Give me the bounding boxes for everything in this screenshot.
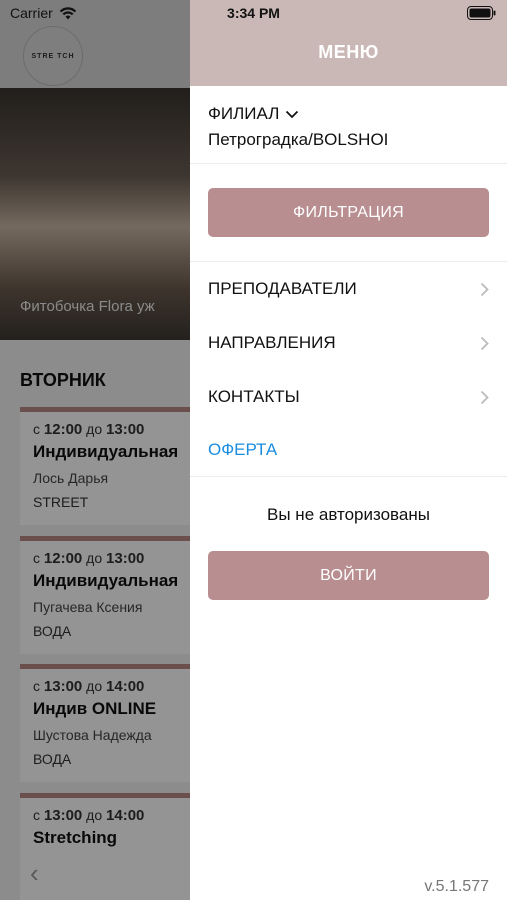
- branch-label: ФИЛИАЛ: [208, 104, 280, 123]
- branch-selector[interactable]: ФИЛИАЛ Петроградка/BOLSHOI: [190, 86, 507, 164]
- status-right: [377, 6, 497, 20]
- side-menu: МЕНЮ ФИЛИАЛ Петроградка/BOLSHOI ФИЛЬТРАЦ…: [190, 0, 507, 900]
- menu-item-label: КОНТАКТЫ: [208, 387, 300, 406]
- filter-button[interactable]: ФИЛЬТРАЦИЯ: [208, 188, 489, 237]
- menu-item-teachers[interactable]: ПРЕПОДАВАТЕЛИ: [208, 262, 489, 316]
- menu-list: ПРЕПОДАВАТЕЛИ НАПРАВЛЕНИЯ КОНТАКТЫ ОФЕРТ…: [190, 262, 507, 477]
- menu-item-label: НАПРАВЛЕНИЯ: [208, 333, 336, 352]
- filter-section: ФИЛЬТРАЦИЯ: [190, 164, 507, 262]
- carrier-label: Carrier: [10, 5, 53, 21]
- branch-label-row[interactable]: ФИЛИАЛ: [208, 104, 489, 124]
- chevron-down-icon: [286, 110, 299, 118]
- status-left: Carrier: [10, 5, 130, 21]
- chevron-right-icon: [480, 390, 489, 404]
- menu-title: МЕНЮ: [318, 41, 379, 62]
- overlay-dim[interactable]: [0, 0, 190, 900]
- status-time: 3:34 PM: [227, 5, 280, 21]
- auth-status: Вы не авторизованы: [267, 505, 430, 524]
- login-section: ВОЙТИ: [190, 525, 507, 626]
- app-version: v.5.1.577: [424, 878, 489, 895]
- branch-value: Петроградка/BOLSHOI: [208, 130, 389, 149]
- login-button[interactable]: ВОЙТИ: [208, 551, 489, 600]
- status-bar: Carrier 3:34 PM: [0, 0, 507, 26]
- chevron-right-icon: [480, 282, 489, 296]
- wifi-icon: [59, 6, 76, 19]
- chevron-right-icon: [480, 336, 489, 350]
- menu-item-contacts[interactable]: КОНТАКТЫ: [208, 370, 489, 424]
- menu-item-label: ПРЕПОДАВАТЕЛИ: [208, 279, 357, 298]
- battery-icon: [466, 6, 496, 20]
- menu-item-directions[interactable]: НАПРАВЛЕНИЯ: [208, 316, 489, 370]
- offer-link[interactable]: ОФЕРТА: [190, 424, 507, 477]
